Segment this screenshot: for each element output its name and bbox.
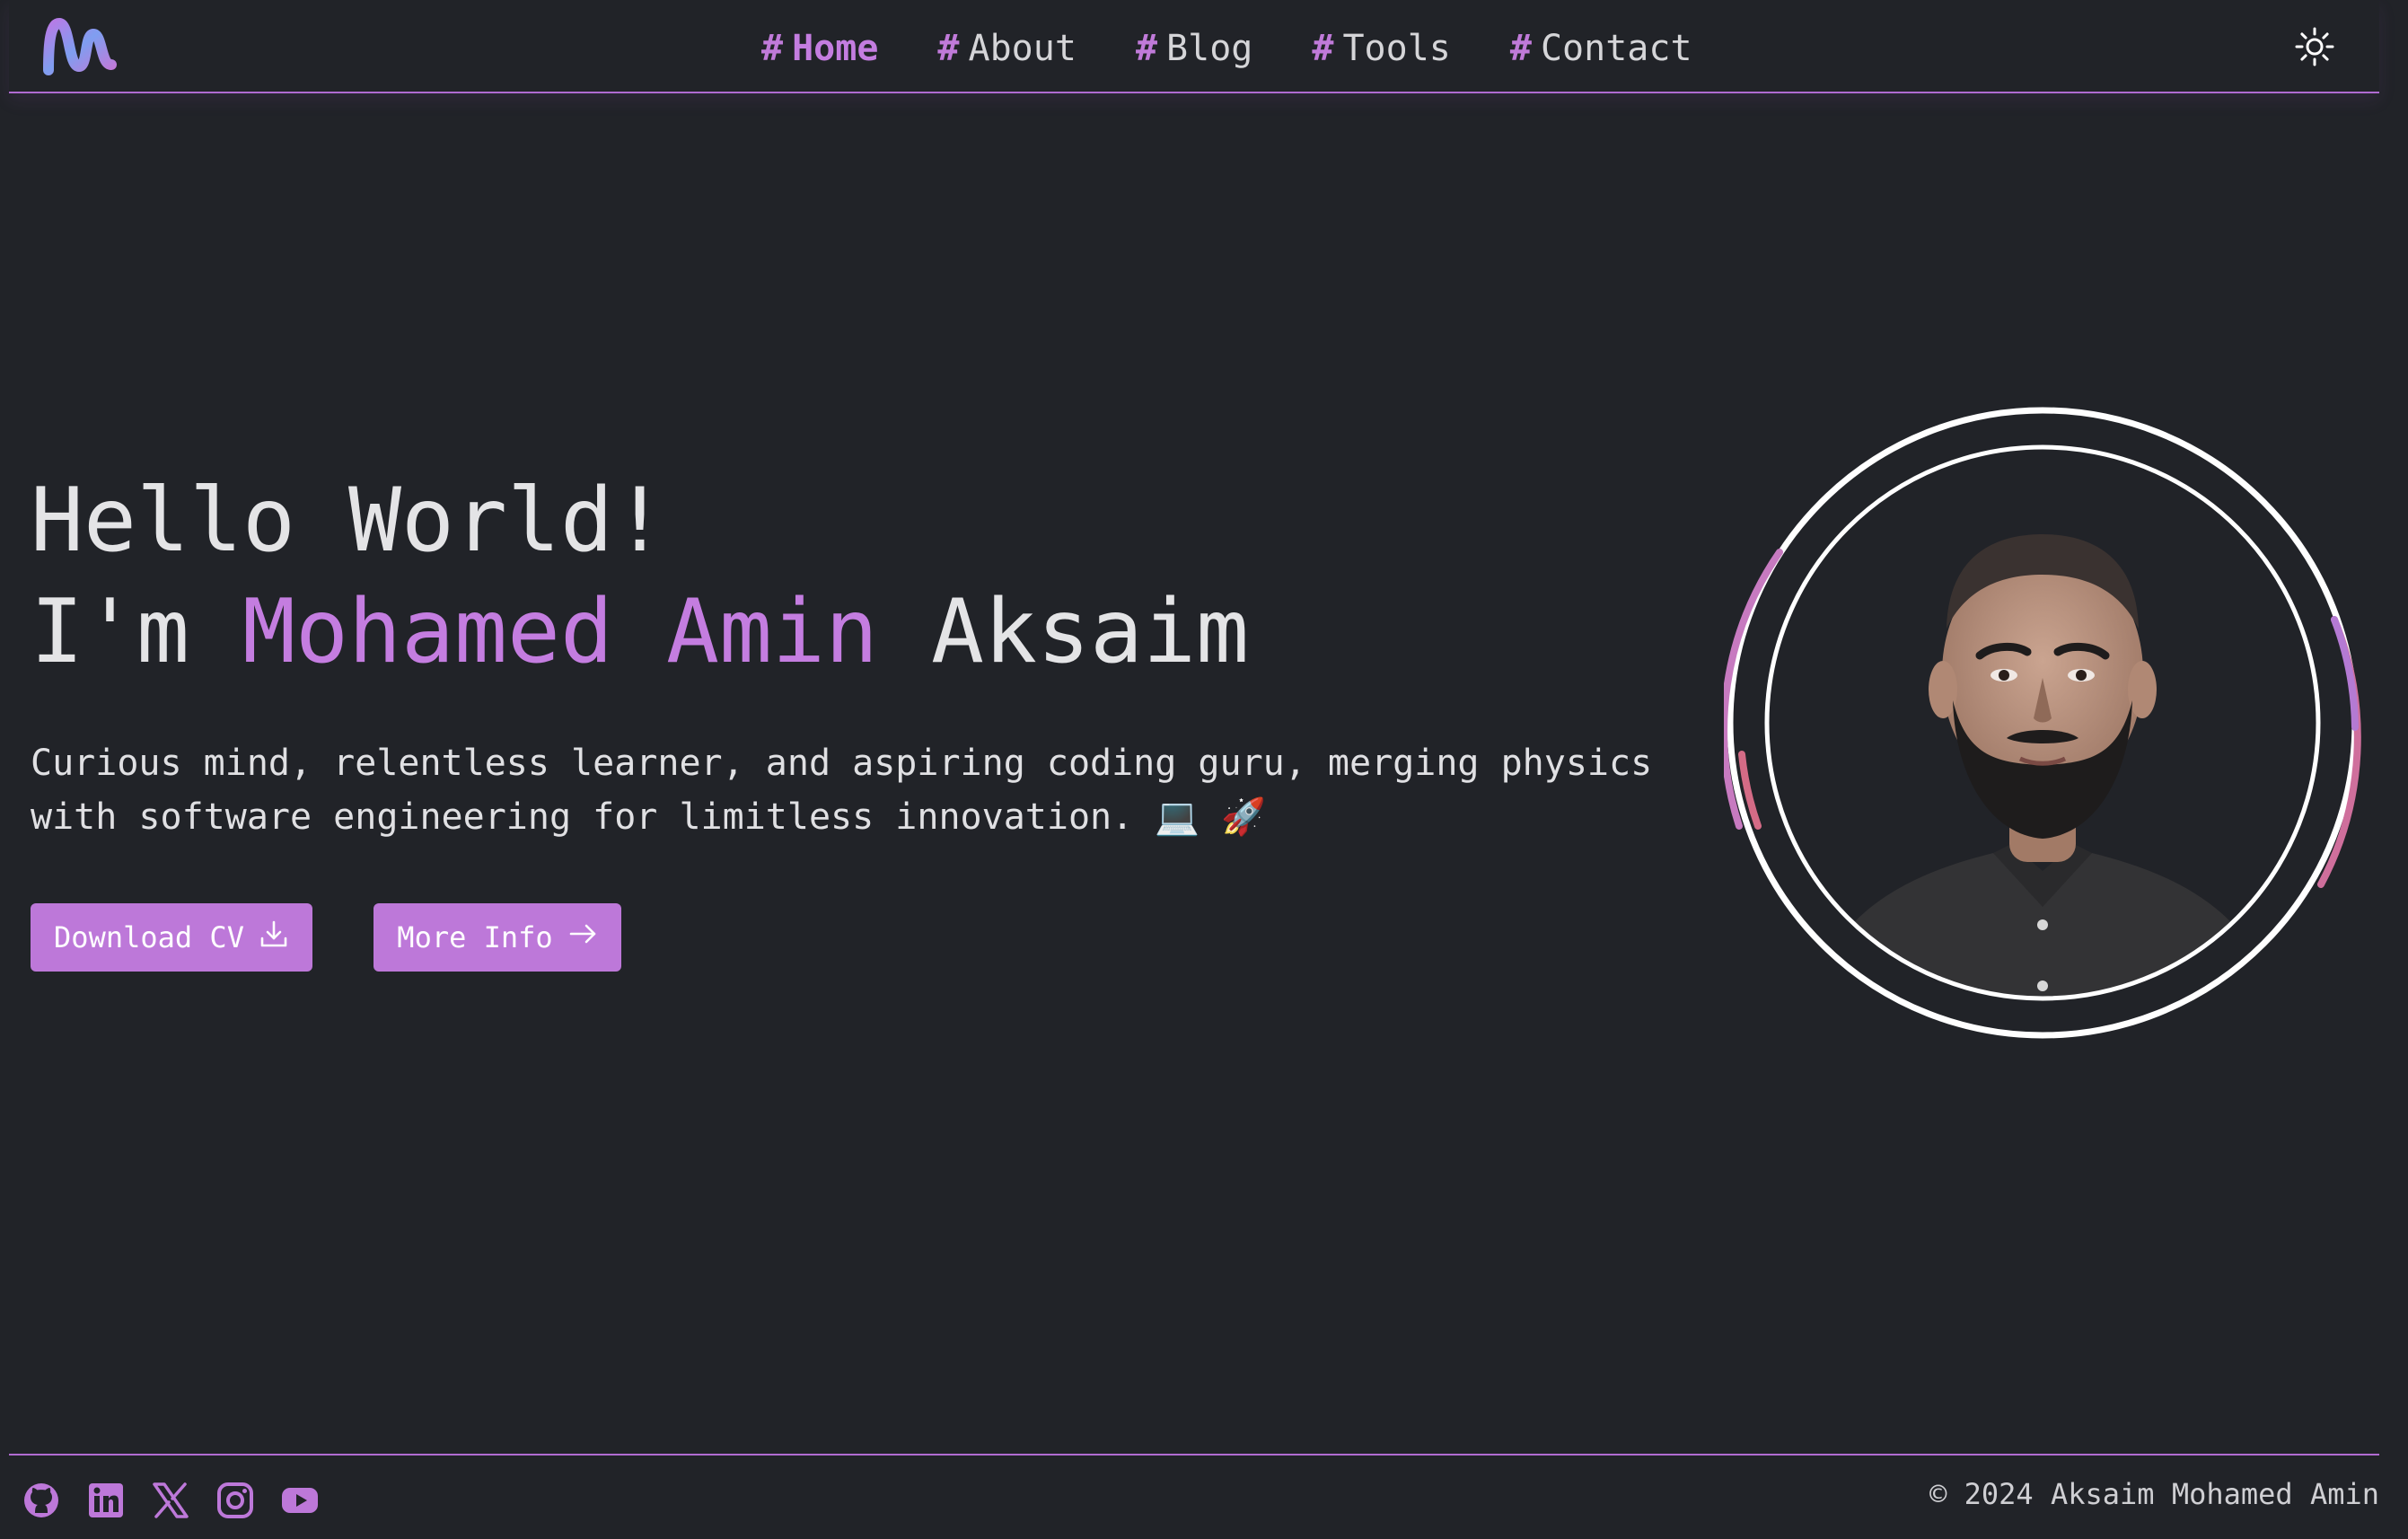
hero-description: Curious mind, relentless learner, and as…	[31, 743, 1653, 838]
instagram-icon[interactable]	[215, 1481, 255, 1520]
main-nav: # Home # About # Blog # Tools # Contact	[761, 18, 1692, 79]
download-cv-button[interactable]: Download CV	[31, 903, 312, 972]
nav-item-tools[interactable]: # Tools	[1312, 18, 1451, 79]
copyright-text: © 2024 Aksaim Mohamed Amin	[1929, 1477, 2379, 1511]
nav-item-home[interactable]: # Home	[761, 18, 878, 79]
profile-photo	[1720, 407, 2361, 1039]
linkedin-icon[interactable]	[86, 1481, 126, 1520]
site-footer: © 2024 Aksaim Mohamed Amin	[9, 1454, 2379, 1539]
site-header: # Home # About # Blog # Tools # Contact	[9, 0, 2379, 93]
profile-avatar	[1720, 404, 2361, 1042]
hero-greeting: Hello World!	[31, 470, 667, 572]
more-info-button[interactable]: More Info	[374, 903, 621, 972]
hero-title: Hello World! I'm Mohamed Amin Aksaim	[31, 465, 1249, 688]
social-links	[22, 1481, 320, 1520]
sun-icon[interactable]	[2295, 27, 2334, 66]
more-info-label: More Info	[397, 920, 553, 954]
nav-item-about[interactable]: # About	[937, 18, 1077, 79]
arrow-right-icon	[567, 919, 598, 956]
github-icon[interactable]	[22, 1481, 61, 1520]
x-icon[interactable]	[151, 1481, 190, 1520]
hero-name-highlight: Mohamed Amin	[242, 581, 879, 683]
brand-m-logo-icon[interactable]	[41, 16, 119, 77]
nav-item-contact[interactable]: # Contact	[1510, 18, 1692, 79]
nav-item-blog[interactable]: # Blog	[1136, 18, 1252, 79]
download-cv-label: Download CV	[54, 920, 244, 954]
hero-name-rest: Aksaim	[878, 581, 1250, 683]
download-icon	[259, 919, 289, 956]
youtube-icon[interactable]	[280, 1481, 320, 1520]
hero-intro-prefix: I'm	[31, 581, 243, 683]
